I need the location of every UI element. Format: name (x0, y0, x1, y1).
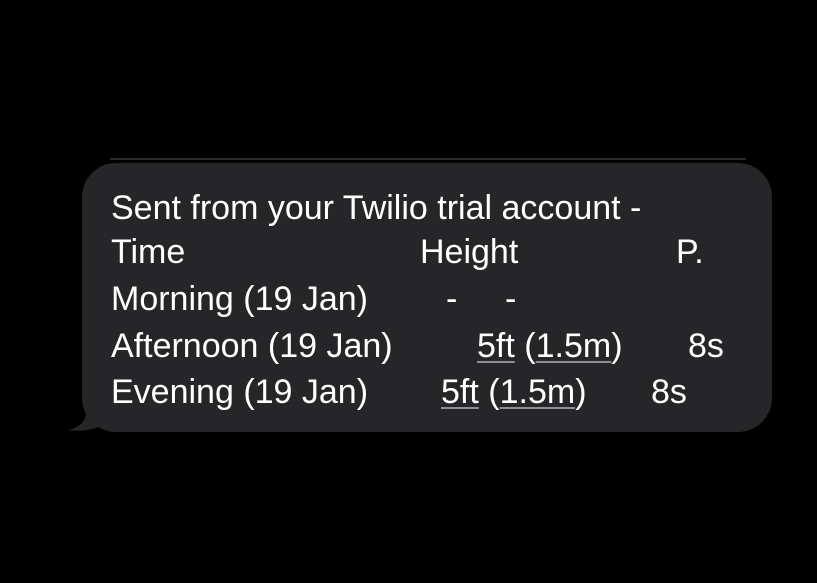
height-meters-link[interactable]: 1.5m (536, 327, 612, 365)
row-afternoon-period: 8s (688, 327, 724, 365)
height-meters-link[interactable]: 1.5m (500, 373, 576, 411)
row-afternoon-time: Afternoon (19 Jan) (111, 327, 393, 365)
row-morning-height: - (446, 280, 458, 318)
paren-close: ) (611, 327, 623, 365)
row-evening-period: 8s (651, 373, 687, 411)
header-period: P. (676, 233, 704, 271)
paren-open: ( (488, 373, 500, 411)
header-height: Height (420, 233, 519, 271)
header-time: Time (111, 233, 186, 271)
row-evening-time: Evening (19 Jan) (111, 373, 369, 411)
message-intro: Sent from your Twilio trial account - (111, 189, 642, 227)
conversation-divider (110, 158, 746, 160)
row-morning-time: Morning (19 Jan) (111, 280, 369, 318)
row-afternoon-height: 5ft (1.5m) (477, 326, 623, 366)
row-evening-height: 5ft (1.5m) (441, 372, 587, 412)
row-morning-period: - (505, 280, 517, 318)
paren-close: ) (575, 373, 587, 411)
paren-open: ( (524, 327, 536, 365)
height-feet-link[interactable]: 5ft (477, 327, 515, 365)
height-feet-link[interactable]: 5ft (441, 373, 479, 411)
